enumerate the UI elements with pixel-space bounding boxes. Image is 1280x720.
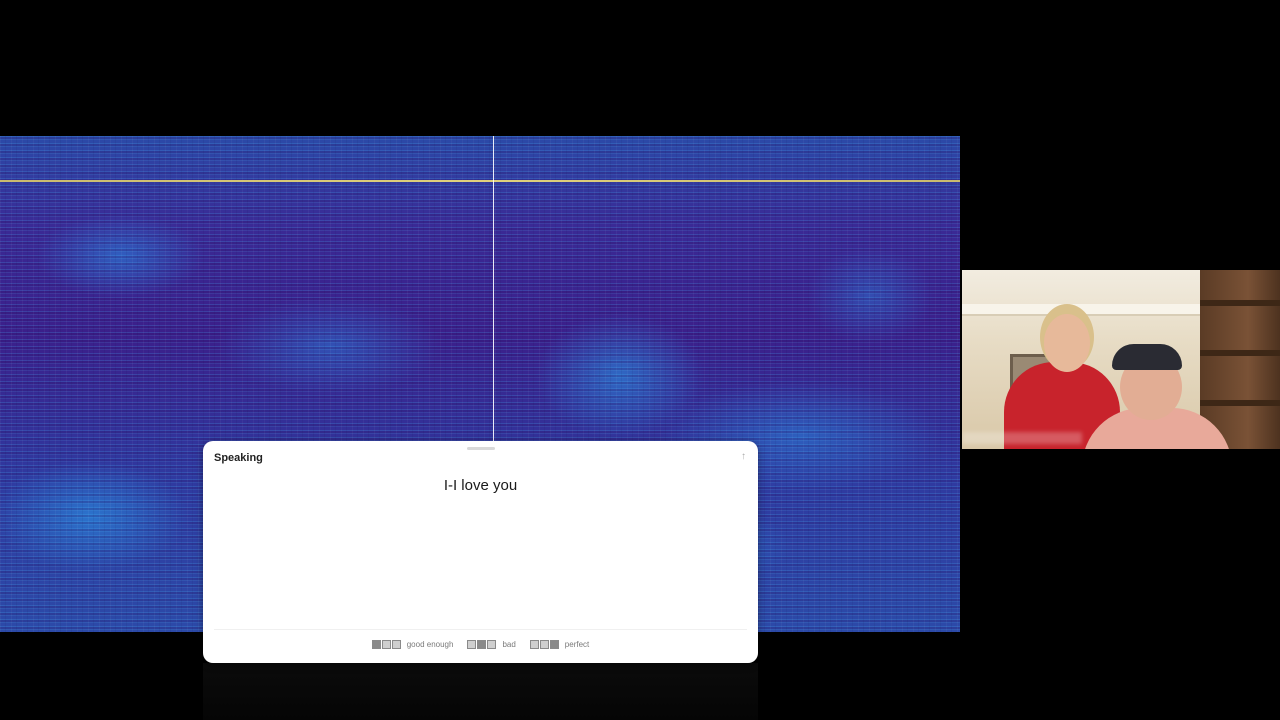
video-person-man-cap	[1112, 344, 1182, 370]
rating-bad-button[interactable]: bad	[467, 640, 516, 649]
rating-good-enough-button[interactable]: good enough	[371, 640, 454, 649]
video-name-label	[962, 432, 1082, 444]
frequency-marker-line	[0, 180, 960, 182]
video-feed	[962, 270, 1280, 449]
card-reflection	[203, 663, 758, 720]
transcript-text: I-I love you	[443, 477, 518, 494]
rating-label: bad	[502, 640, 516, 649]
video-shelf-board	[1200, 400, 1280, 406]
rating-perfect-button[interactable]: perfect	[529, 640, 590, 649]
keycap-icon	[467, 640, 497, 649]
keycap-icon	[529, 640, 559, 649]
drag-handle[interactable]	[467, 447, 495, 450]
rating-bar: good enough bad perfect	[203, 640, 758, 649]
rating-label: good enough	[406, 640, 454, 649]
card-title: Speaking	[214, 452, 263, 464]
video-bookshelf	[1200, 270, 1280, 449]
rating-label: perfect	[564, 640, 590, 649]
video-crown-molding	[962, 304, 1202, 316]
video-shelf-board	[1200, 350, 1280, 356]
speaking-card: Speaking ↑ I-I love you good enough bad …	[203, 441, 758, 663]
video-shelf-board	[1200, 300, 1280, 306]
video-person-woman-head	[1044, 314, 1090, 372]
chevron-up-icon[interactable]: ↑	[741, 451, 746, 462]
screen: Speaking ↑ I-I love you good enough bad …	[0, 0, 1280, 720]
card-divider	[214, 629, 747, 630]
keycap-icon	[371, 640, 401, 649]
